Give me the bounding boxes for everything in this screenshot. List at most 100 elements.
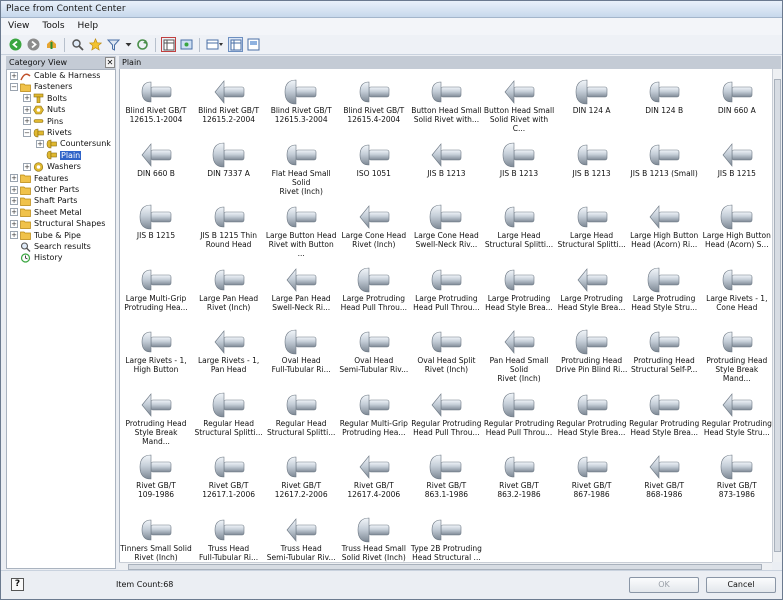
up-icon[interactable] bbox=[44, 37, 59, 52]
content-item[interactable]: Regular Protruding Head Style Brea... bbox=[628, 386, 700, 448]
vertical-scroll-thumb[interactable] bbox=[774, 79, 781, 552]
tree-item-rivets[interactable]: − Rivets bbox=[23, 127, 72, 138]
tree-item-pins[interactable]: + Pins bbox=[23, 116, 63, 127]
content-item[interactable]: Rivet GB/T 867-1986 bbox=[556, 448, 628, 510]
tree-item-cable-harness[interactable]: + Cable & Harness bbox=[10, 70, 100, 81]
content-item[interactable]: DIN 124 B bbox=[628, 73, 700, 135]
content-item[interactable]: Rivet GB/T 863.2-1986 bbox=[483, 448, 555, 510]
vertical-scrollbar[interactable] bbox=[772, 69, 782, 562]
forward-icon[interactable] bbox=[26, 37, 41, 52]
tree-item-tube-pipe[interactable]: + Tube & Pipe bbox=[10, 230, 81, 241]
content-item[interactable]: JIS B 1213 bbox=[483, 136, 555, 198]
content-item[interactable]: Large Cone Head Rivet (Inch) bbox=[338, 198, 410, 260]
expand-icon[interactable]: + bbox=[36, 139, 44, 148]
content-item[interactable]: Regular Protruding Head Pull Throu... bbox=[410, 386, 482, 448]
list-view-icon[interactable] bbox=[228, 37, 243, 52]
content-item[interactable]: Rivet GB/T 12617.2-2006 bbox=[265, 448, 337, 510]
tree-item-countersunk[interactable]: + Countersunk bbox=[36, 138, 111, 149]
tree-item-other-parts[interactable]: + Other Parts bbox=[10, 184, 79, 195]
content-item[interactable]: Large Protruding Head Style Brea... bbox=[556, 261, 628, 323]
content-item[interactable]: Large Multi-Grip Protruding Hea... bbox=[120, 261, 192, 323]
content-item[interactable]: Rivet GB/T 12617.4-2006 bbox=[338, 448, 410, 510]
detail-view-icon[interactable] bbox=[246, 37, 261, 52]
content-item[interactable]: Rivet GB/T 12617.1-2006 bbox=[193, 448, 265, 510]
content-item[interactable]: Oval Head Full-Tubular Ri... bbox=[265, 323, 337, 385]
content-item[interactable]: Rivet GB/T 863.1-1986 bbox=[410, 448, 482, 510]
content-item[interactable]: Protruding Head Structural Self-P... bbox=[628, 323, 700, 385]
content-item[interactable]: Oval Head Split Rivet (Inch) bbox=[410, 323, 482, 385]
collapse-icon[interactable]: − bbox=[23, 128, 31, 137]
menu-tools[interactable]: Tools bbox=[42, 18, 64, 35]
content-item[interactable]: Protruding Head Drive Pin Blind Ri... bbox=[556, 323, 628, 385]
back-icon[interactable] bbox=[8, 37, 23, 52]
tree-item-history[interactable]: History bbox=[10, 252, 62, 263]
expand-icon[interactable]: + bbox=[10, 185, 18, 194]
tree-item-plain[interactable]: Plain bbox=[36, 150, 82, 161]
content-item[interactable]: Truss Head Small Solid Rivet (Inch) bbox=[338, 511, 410, 563]
content-item[interactable]: Regular Head Structural Splitti... bbox=[193, 386, 265, 448]
tree-item-bolts[interactable]: + Bolts bbox=[23, 93, 67, 104]
content-item[interactable]: Blind Rivet GB/T 12615.1-2004 bbox=[120, 73, 192, 135]
content-item[interactable]: DIN 660 B bbox=[120, 136, 192, 198]
content-item[interactable]: Large Pan Head Rivet (Inch) bbox=[193, 261, 265, 323]
expand-icon[interactable]: + bbox=[10, 196, 18, 205]
content-item[interactable]: Truss Head Semi-Tubular Riv... bbox=[265, 511, 337, 563]
tree-item-structural-shapes[interactable]: + Structural Shapes bbox=[10, 218, 105, 229]
content-item[interactable]: DIN 7337 A bbox=[193, 136, 265, 198]
filter-icon[interactable] bbox=[106, 37, 121, 52]
content-item[interactable]: Large Head Structural Splitti... bbox=[556, 198, 628, 260]
content-item[interactable]: Rivet GB/T 868-1986 bbox=[628, 448, 700, 510]
expand-icon[interactable]: + bbox=[10, 231, 18, 240]
favorite-icon[interactable] bbox=[88, 37, 103, 52]
expand-icon[interactable]: + bbox=[23, 117, 31, 126]
table-view-icon[interactable] bbox=[161, 37, 176, 52]
content-item[interactable]: Large Rivets - 1, Pan Head bbox=[193, 323, 265, 385]
cancel-button[interactable]: Cancel bbox=[706, 577, 776, 593]
content-item[interactable]: Tinners Small Solid Rivet (Inch) bbox=[120, 511, 192, 563]
content-item[interactable]: Large Protruding Head Pull Throu... bbox=[338, 261, 410, 323]
dropdown-icon[interactable] bbox=[124, 37, 132, 52]
content-item[interactable]: Large Protruding Head Style Brea... bbox=[483, 261, 555, 323]
expand-icon[interactable]: + bbox=[10, 208, 18, 217]
content-item[interactable]: JIS B 1215 bbox=[120, 198, 192, 260]
expand-icon[interactable]: + bbox=[10, 219, 18, 228]
collapse-icon[interactable]: − bbox=[10, 82, 18, 91]
content-item[interactable]: Regular Protruding Head Pull Throu... bbox=[483, 386, 555, 448]
content-item[interactable]: JIS B 1213 bbox=[410, 136, 482, 198]
search-icon[interactable] bbox=[70, 37, 85, 52]
tree-item-nuts[interactable]: + Nuts bbox=[23, 104, 65, 115]
content-item[interactable]: Rivet GB/T 109-1986 bbox=[120, 448, 192, 510]
content-item[interactable]: Truss Head Full-Tubular Ri... bbox=[193, 511, 265, 563]
expand-icon[interactable]: + bbox=[23, 94, 31, 103]
tree-item-shaft-parts[interactable]: + Shaft Parts bbox=[10, 195, 77, 206]
content-item[interactable]: Large Rivets - 1, High Button bbox=[120, 323, 192, 385]
content-item[interactable]: Large High Button Head (Acorn) S... bbox=[701, 198, 772, 260]
menu-view[interactable]: View bbox=[8, 18, 29, 35]
help-icon[interactable]: ? bbox=[11, 578, 24, 591]
content-item[interactable]: JIS B 1213 (Small) bbox=[628, 136, 700, 198]
content-item[interactable]: JIS B 1215 bbox=[701, 136, 772, 198]
menu-help[interactable]: Help bbox=[78, 18, 99, 35]
tree-item-washers[interactable]: + Washers bbox=[23, 161, 81, 172]
content-item[interactable]: Rivet GB/T 873-1986 bbox=[701, 448, 772, 510]
content-item[interactable]: Large Cone Head Swell-Neck Riv... bbox=[410, 198, 482, 260]
content-item[interactable]: Large Protruding Head Pull Throu... bbox=[410, 261, 482, 323]
tree-view-icon[interactable] bbox=[205, 37, 225, 52]
content-item[interactable]: Large Rivets - 1, Cone Head bbox=[701, 261, 772, 323]
refresh-icon[interactable] bbox=[135, 37, 150, 52]
content-item[interactable]: Large Protruding Head Style Stru... bbox=[628, 261, 700, 323]
expand-icon[interactable]: + bbox=[23, 105, 31, 114]
content-item[interactable]: Blind Rivet GB/T 12615.4-2004 bbox=[338, 73, 410, 135]
content-item[interactable]: Protruding Head Style Break Mand... bbox=[701, 323, 772, 385]
content-item[interactable]: Regular Head Structural Splitti... bbox=[265, 386, 337, 448]
content-item[interactable]: Oval Head Semi-Tubular Riv... bbox=[338, 323, 410, 385]
content-item[interactable]: Blind Rivet GB/T 12615.3-2004 bbox=[265, 73, 337, 135]
content-item[interactable]: Regular Protruding Head Style Stru... bbox=[701, 386, 772, 448]
content-item[interactable]: JIS B 1215 Thin Round Head bbox=[193, 198, 265, 260]
close-icon[interactable]: ✕ bbox=[105, 57, 115, 68]
tree-item-features[interactable]: + Features bbox=[10, 173, 68, 184]
view-mode-icon[interactable] bbox=[179, 37, 194, 52]
expand-icon[interactable]: + bbox=[23, 162, 31, 171]
content-item[interactable]: Protruding Head Style Break Mand... bbox=[120, 386, 192, 448]
tree-item-fasteners[interactable]: − Fasteners bbox=[10, 81, 72, 92]
